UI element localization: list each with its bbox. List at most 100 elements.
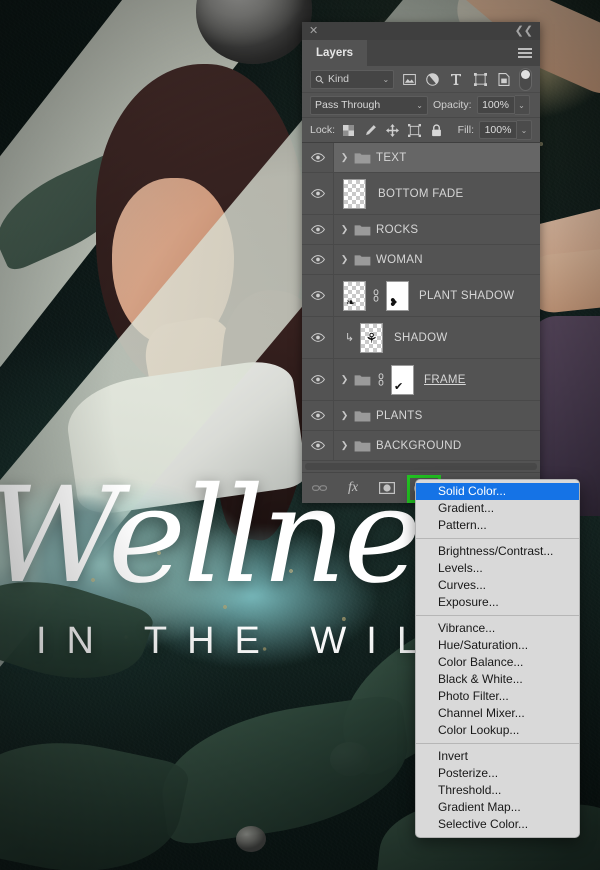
layer-name[interactable]: SHADOW	[394, 332, 448, 344]
menu-item-vibrance[interactable]: Vibrance...	[416, 620, 579, 637]
layer-row-bottom-fade[interactable]: BOTTOM FADE	[302, 173, 540, 215]
layer-filter-row: Kind ⌄	[302, 66, 540, 93]
fill-label: Fill:	[457, 124, 474, 136]
menu-item-threshold[interactable]: Threshold...	[416, 782, 579, 799]
opacity-chevron-down-icon[interactable]: ⌄	[514, 95, 530, 115]
lock-all-icon[interactable]	[428, 122, 445, 139]
panel-title-bar: ✕ ❮❮	[302, 22, 540, 40]
layer-mask-thumbnail[interactable]: ✔	[391, 364, 414, 395]
chevron-down-icon: ⌄	[382, 74, 390, 84]
filter-kind-label: Kind	[328, 73, 350, 85]
pixel-filter-icon[interactable]	[400, 70, 418, 88]
layer-name[interactable]: TEXT	[376, 152, 407, 164]
visibility-toggle[interactable]	[302, 245, 334, 274]
close-icon[interactable]: ✕	[309, 25, 318, 37]
layer-list: ❯ TEXT BOTTOM FADE ❯ ROCKS ❯ WOMAN ❧ ❥ P…	[302, 143, 540, 461]
menu-item-color-lookup[interactable]: Color Lookup...	[416, 722, 579, 739]
layer-name[interactable]: WOMAN	[376, 254, 423, 266]
panel-menu-icon[interactable]	[518, 40, 532, 66]
filter-kind-select[interactable]: Kind ⌄	[310, 69, 395, 89]
visibility-toggle[interactable]	[302, 275, 334, 316]
folder-icon	[354, 439, 371, 452]
collapse-icon[interactable]: ❮❮	[515, 25, 533, 37]
search-icon	[315, 75, 324, 84]
lock-transparent-pixels-icon[interactable]	[340, 122, 357, 139]
menu-item-exposure[interactable]: Exposure...	[416, 594, 579, 611]
chevron-right-icon[interactable]: ❯	[340, 254, 349, 265]
menu-item-color-balance[interactable]: Color Balance...	[416, 654, 579, 671]
tab-layers[interactable]: Layers	[302, 40, 368, 66]
link-layers-button[interactable]	[309, 478, 329, 498]
menu-item-curves[interactable]: Curves...	[416, 577, 579, 594]
mask-link-icon[interactable]	[371, 289, 381, 302]
chevron-right-icon[interactable]: ❯	[340, 374, 349, 385]
filter-enable-toggle[interactable]	[518, 67, 533, 91]
visibility-toggle[interactable]	[302, 317, 334, 358]
layer-row-shadow[interactable]: ↳ ⚘ SHADOW	[302, 317, 540, 359]
chevron-right-icon[interactable]: ❯	[340, 440, 349, 451]
menu-item-levels[interactable]: Levels...	[416, 560, 579, 577]
shape-filter-icon[interactable]	[471, 70, 489, 88]
menu-item-pattern[interactable]: Pattern...	[416, 517, 579, 534]
mask-link-icon[interactable]	[376, 373, 386, 386]
blend-mode-value: Pass Through	[315, 99, 381, 111]
visibility-toggle[interactable]	[302, 215, 334, 244]
layer-name[interactable]: PLANT SHADOW	[419, 290, 514, 302]
layer-row-frame[interactable]: ❯ ✔ FRAME	[302, 359, 540, 401]
layer-name[interactable]: BACKGROUND	[376, 440, 461, 452]
menu-item-hue-saturation[interactable]: Hue/Saturation...	[416, 637, 579, 654]
lock-position-icon[interactable]	[384, 122, 401, 139]
layer-row-background[interactable]: ❯ BACKGROUND	[302, 431, 540, 461]
scrollbar-thumb[interactable]	[305, 463, 537, 470]
layer-name[interactable]: ROCKS	[376, 224, 418, 236]
menu-item-selective-color[interactable]: Selective Color...	[416, 816, 579, 833]
opacity-input[interactable]: 100%	[476, 96, 515, 114]
layer-name[interactable]: PLANTS	[376, 410, 423, 422]
menu-item-brightness-contrast[interactable]: Brightness/Contrast...	[416, 543, 579, 560]
folder-icon	[354, 223, 371, 236]
type-filter-icon[interactable]	[448, 70, 466, 88]
menu-separator	[416, 615, 579, 616]
layer-name[interactable]: BOTTOM FADE	[378, 188, 464, 200]
horizontal-scrollbar[interactable]	[302, 461, 540, 472]
chevron-right-icon[interactable]: ❯	[340, 152, 349, 163]
layer-row-rocks[interactable]: ❯ ROCKS	[302, 215, 540, 245]
panel-tab-bar: Layers	[302, 40, 540, 66]
layer-thumbnail[interactable]: ❧	[343, 280, 366, 311]
layer-row-plant-shadow[interactable]: ❧ ❥ PLANT SHADOW	[302, 275, 540, 317]
fill-chevron-down-icon[interactable]: ⌄	[517, 120, 532, 140]
menu-item-gradient[interactable]: Gradient...	[416, 500, 579, 517]
layer-thumbnail[interactable]	[343, 178, 366, 209]
layer-style-button[interactable]: fx	[343, 478, 363, 498]
add-layer-mask-button[interactable]	[377, 478, 397, 498]
chevron-right-icon[interactable]: ❯	[340, 224, 349, 235]
menu-item-channel-mixer[interactable]: Channel Mixer...	[416, 705, 579, 722]
visibility-toggle[interactable]	[302, 359, 334, 400]
menu-item-photo-filter[interactable]: Photo Filter...	[416, 688, 579, 705]
layer-name[interactable]: FRAME	[424, 374, 466, 386]
layer-row-plants[interactable]: ❯ PLANTS	[302, 401, 540, 431]
layer-row-woman[interactable]: ❯ WOMAN	[302, 245, 540, 275]
visibility-toggle[interactable]	[302, 143, 334, 172]
menu-item-posterize[interactable]: Posterize...	[416, 765, 579, 782]
chevron-right-icon[interactable]: ❯	[340, 410, 349, 421]
adjustment-filter-icon[interactable]	[424, 70, 442, 88]
menu-item-black-and-white[interactable]: Black & White...	[416, 671, 579, 688]
layer-mask-thumbnail[interactable]: ❥	[386, 280, 409, 311]
visibility-toggle[interactable]	[302, 173, 334, 214]
menu-item-invert[interactable]: Invert	[416, 748, 579, 765]
lock-artboard-nesting-icon[interactable]	[406, 122, 423, 139]
lock-image-pixels-icon[interactable]	[362, 122, 379, 139]
blend-mode-select[interactable]: Pass Through ⌄	[310, 95, 428, 115]
fill-input[interactable]: 100%	[479, 121, 517, 139]
menu-item-gradient-map[interactable]: Gradient Map...	[416, 799, 579, 816]
menu-item-solid-color[interactable]: Solid Color...	[416, 483, 579, 500]
layer-row-text[interactable]: ❯ TEXT	[302, 143, 540, 173]
chevron-down-icon: ⌄	[416, 100, 423, 110]
menu-separator	[416, 743, 579, 744]
visibility-toggle[interactable]	[302, 401, 334, 430]
layer-thumbnail[interactable]: ⚘	[360, 322, 383, 353]
smart-object-filter-icon[interactable]	[495, 70, 513, 88]
layers-panel: ✕ ❮❮ Layers Kind ⌄ Pass Through ⌄ Opacit…	[302, 22, 540, 503]
visibility-toggle[interactable]	[302, 431, 334, 460]
